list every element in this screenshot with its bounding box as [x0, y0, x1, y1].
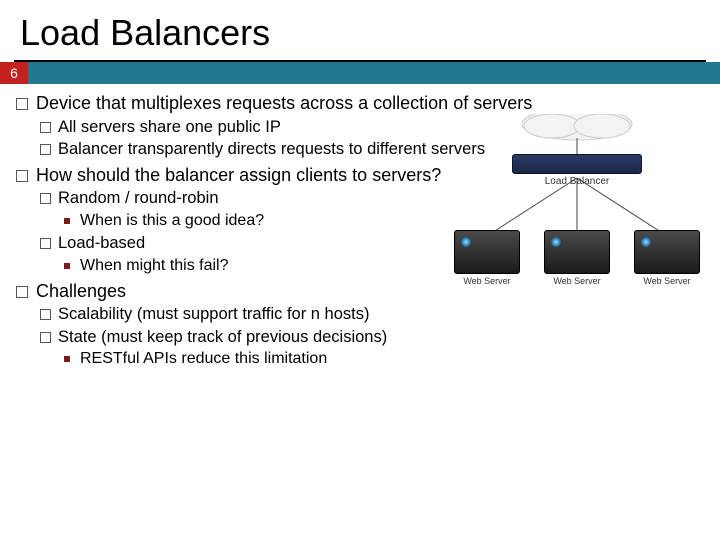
page-bar: 6 [0, 62, 720, 84]
bullet-state: State (must keep track of previous decis… [36, 327, 706, 370]
bullet-load-based: Load-based When might this fail? [36, 233, 706, 276]
page-number: 6 [0, 62, 28, 84]
bullet-transparent-redirect: Balancer transparently directs requests … [36, 139, 706, 160]
bullet-good-idea: When is this a good idea? [58, 211, 706, 231]
bullet-shared-ip: All servers share one public IP [36, 117, 706, 138]
bullet-scalability: Scalability (must support traffic for n … [36, 304, 706, 325]
bullet-text: Device that multiplexes requests across … [36, 93, 532, 113]
bullet-restful: RESTful APIs reduce this limitation [58, 349, 706, 369]
bullet-assignment-question: How should the balancer assign clients t… [14, 164, 706, 276]
bullet-might-fail: When might this fail? [58, 256, 706, 276]
bullet-text: Random / round-robin [58, 189, 219, 207]
bullet-text: How should the balancer assign clients t… [36, 165, 441, 185]
slide-body: Device that multiplexes requests across … [0, 84, 720, 369]
bullet-definition: Device that multiplexes requests across … [14, 92, 706, 160]
bullet-challenges: Challenges Scalability (must support tra… [14, 280, 706, 370]
bullet-text: Load-based [58, 234, 145, 252]
bullet-round-robin: Random / round-robin When is this a good… [36, 188, 706, 231]
slide-title: Load Balancers [0, 0, 720, 60]
bullet-text: State (must keep track of previous decis… [58, 328, 387, 346]
bullet-text: Challenges [36, 281, 126, 301]
